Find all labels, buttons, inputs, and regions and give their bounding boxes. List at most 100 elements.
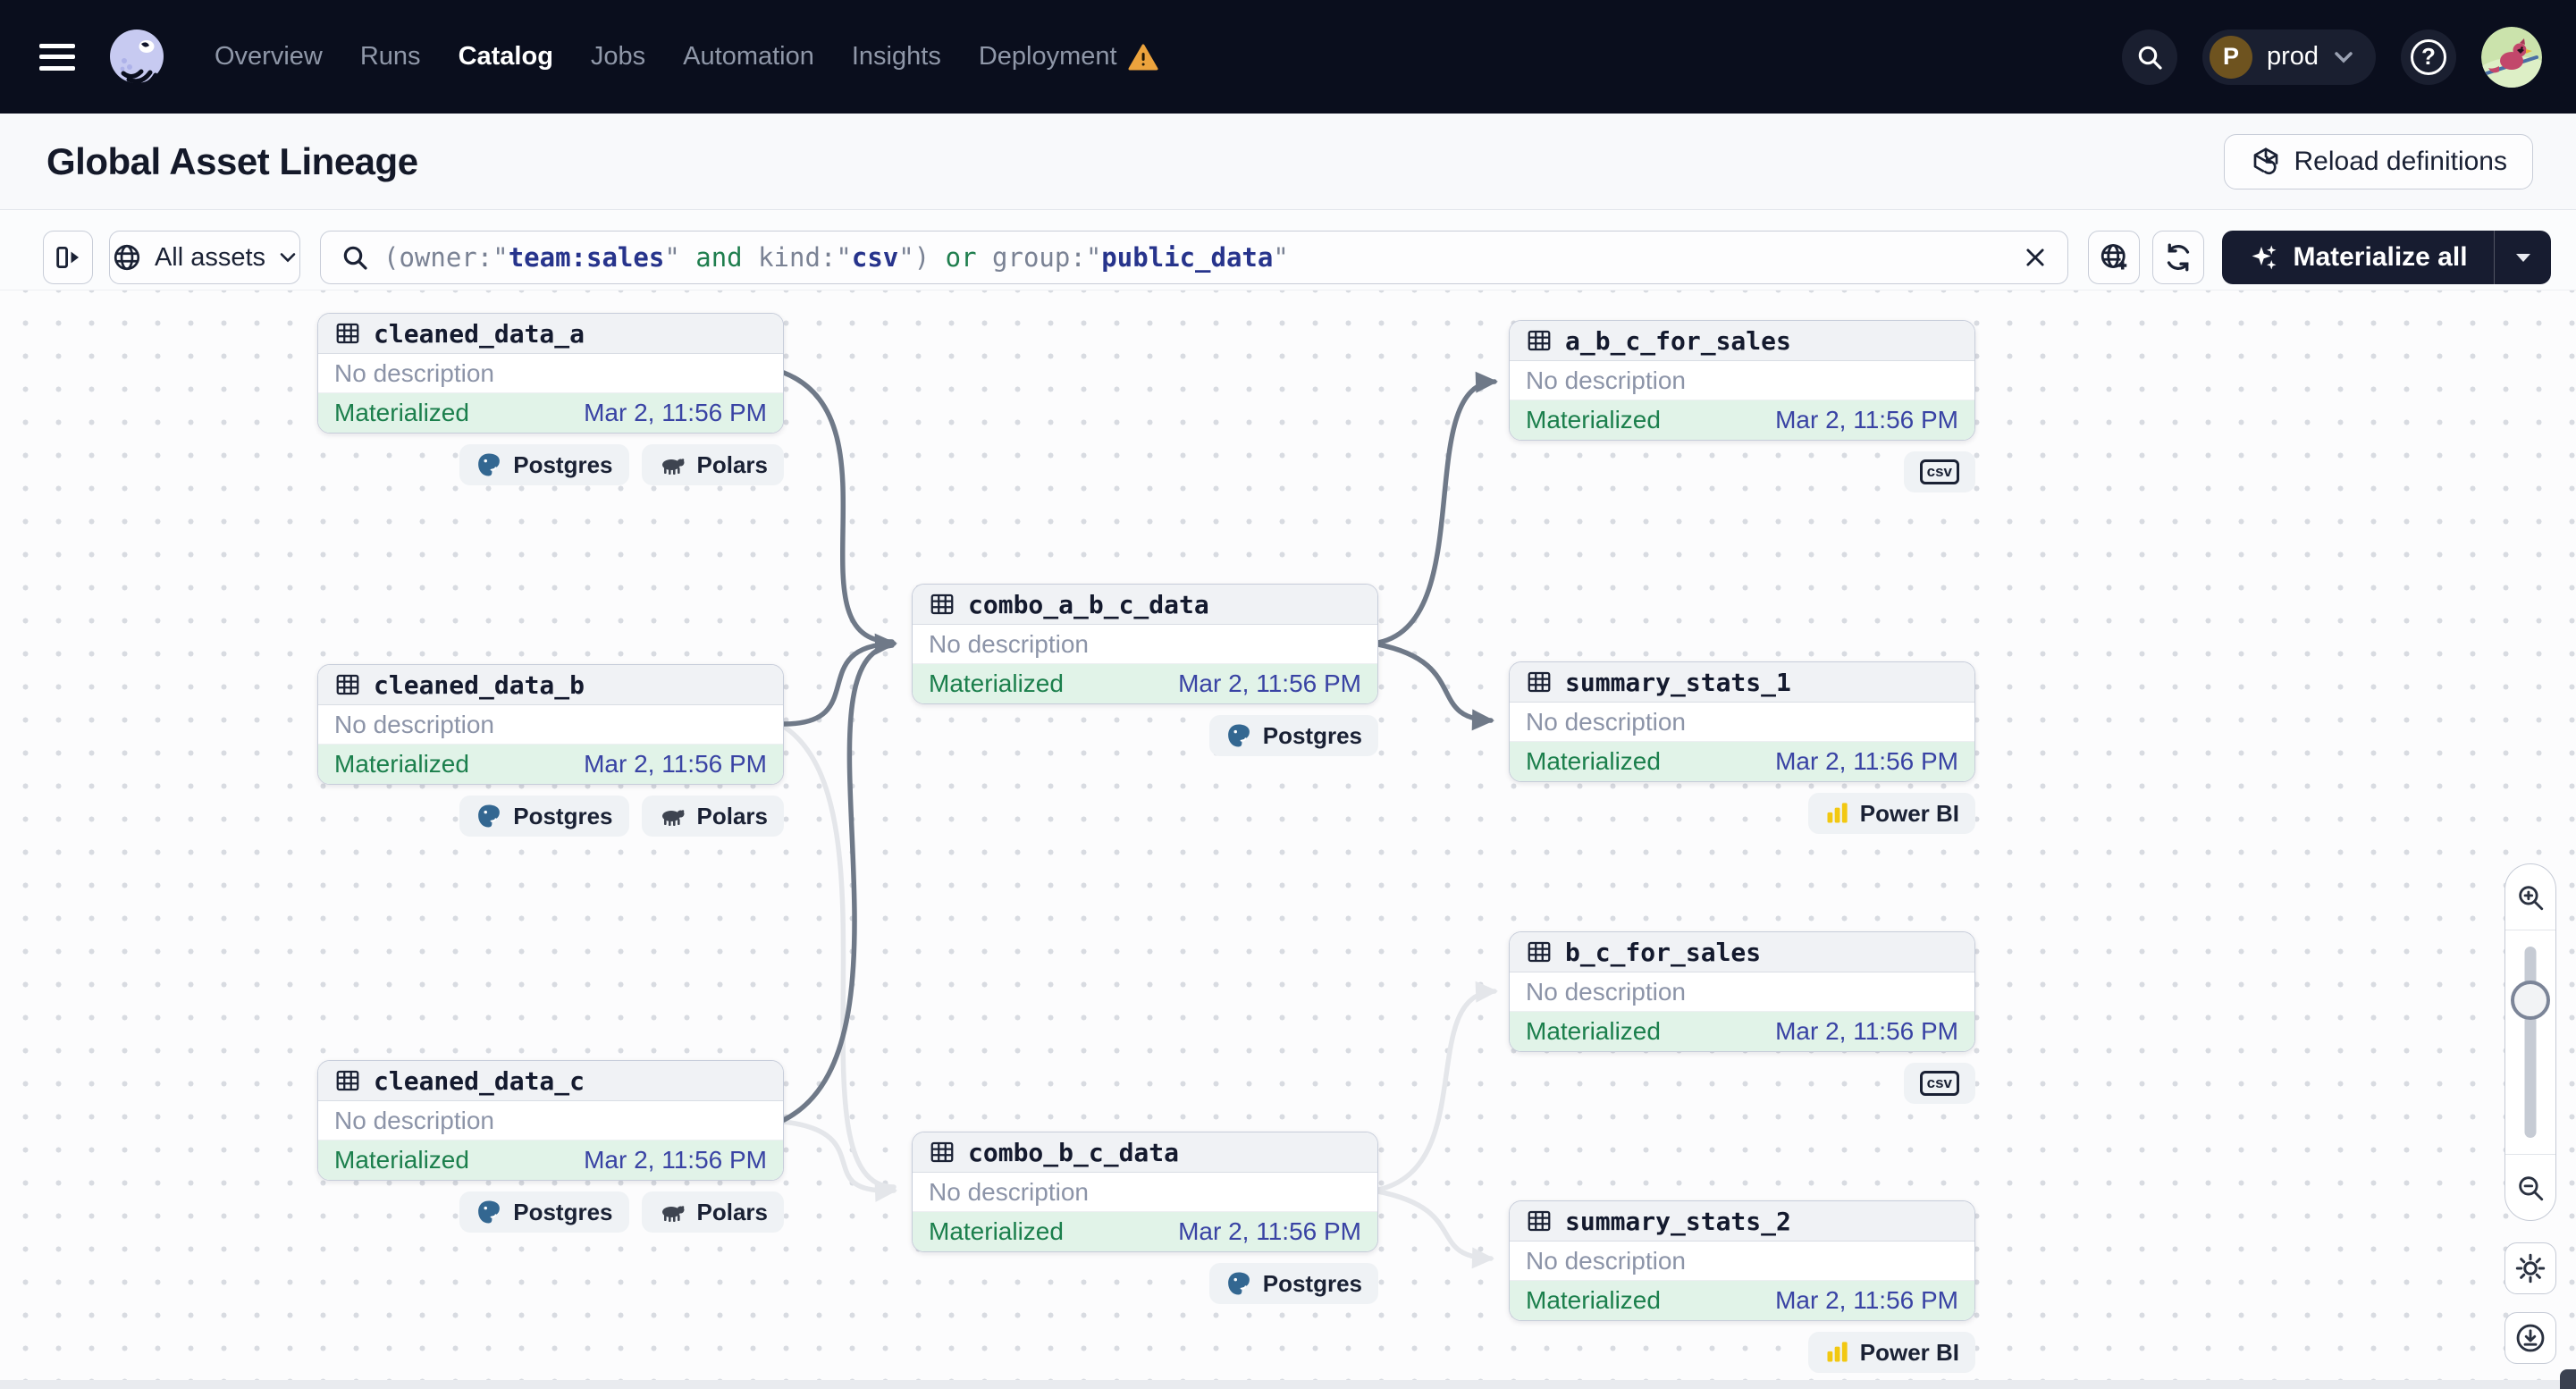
asset-node-description: No description [318,705,783,745]
nav-item-overview[interactable]: Overview [215,42,323,72]
user-avatar[interactable] [2481,26,2542,88]
globe-icon [114,244,140,271]
asset-node-status-row: Materialized Mar 2, 11:56 PM [1510,1281,1974,1320]
status-badge: Materialized [1526,1017,1661,1045]
asset-node-b_c_for_sales[interactable]: b_c_for_sales No description Materialize… [1509,931,1975,1052]
dagster-logo[interactable] [102,22,172,92]
postgres-icon [478,804,501,828]
zoom-in-button[interactable] [2505,864,2555,930]
nav-item-automation[interactable]: Automation [683,42,814,72]
materialize-all-button[interactable]: Materialize all [2222,231,2551,284]
download-image-button[interactable] [2504,1312,2556,1364]
asset-node-header: combo_a_b_c_data [913,585,1377,625]
search-button[interactable] [2121,29,2177,85]
asset-node-status-row: Materialized Mar 2, 11:56 PM [318,393,783,433]
warning-icon [1128,44,1158,70]
refresh-icon [2167,243,2190,272]
kind-tag-csv[interactable]: csv [1903,1063,1975,1104]
asset-node-summary_stats_2[interactable]: summary_stats_2 No description Materiali… [1509,1200,1975,1321]
asset-node-status-row: Materialized Mar 2, 11:56 PM [913,1212,1377,1251]
postgres-icon [1227,1272,1250,1295]
asset-node-cleaned_data_c[interactable]: cleaned_data_c No description Materializ… [317,1060,784,1181]
help-button[interactable]: ? [2401,29,2456,85]
help-icon: ? [2411,38,2446,75]
csv-icon: csv [1919,459,1959,484]
zoom-slider[interactable] [2505,930,2555,1154]
asset-node-a_b_c_for_sales[interactable]: a_b_c_for_sales No description Materiali… [1509,320,1975,441]
asset-node-header: b_c_for_sales [1510,932,1974,972]
environment-switcher[interactable]: P prod [2201,29,2376,85]
asset-node-status-row: Materialized Mar 2, 11:56 PM [318,1141,783,1180]
clear-search-button[interactable] [2023,245,2048,270]
search-icon [343,246,367,270]
asset-node-status-row: Materialized Mar 2, 11:56 PM [318,745,783,784]
reload-definitions-button[interactable]: Reload definitions [2223,133,2533,189]
asset-node-cleaned_data_b[interactable]: cleaned_data_b No description Materializ… [317,664,784,785]
table-icon [1528,941,1551,963]
nav-item-jobs[interactable]: Jobs [591,42,645,72]
table-icon [336,1070,359,1091]
asset-node-header: combo_b_c_data [913,1132,1377,1173]
asset-node-description: No description [1510,703,1974,742]
kind-tags-a_b_c_for_sales: csv [1903,451,1975,492]
gear-icon [2515,1253,2546,1284]
materialize-options-button[interactable] [2494,231,2551,284]
kind-tag-powerbi[interactable]: Power BI [1807,1332,1975,1373]
powerbi-icon [1827,803,1848,823]
kind-tag-postgres[interactable]: Postgres [459,444,629,485]
kind-tag-csv[interactable]: csv [1903,451,1975,492]
nav-item-deployment[interactable]: Deployment [979,42,1158,72]
navbar-right-cluster: P prod ? [2121,26,2542,88]
refresh-button[interactable] [2152,231,2204,284]
materialization-timestamp: Mar 2, 11:56 PM [1775,406,1958,434]
environment-avatar: P [2209,35,2252,79]
kind-tags-summary_stats_2: Power BI [1807,1332,1975,1373]
kind-tag-polars[interactable]: Polars [641,1191,784,1233]
status-badge: Materialized [1526,747,1661,775]
toggle-sidebar-button[interactable] [43,231,93,284]
top-navbar: Overview Runs Catalog Jobs Automation In… [0,0,2576,114]
zoom-in-icon [2519,885,2544,910]
lineage-scope-button[interactable] [2088,231,2140,284]
asset-node-cleaned_data_a[interactable]: cleaned_data_a No description Materializ… [317,313,784,434]
asset-node-description: No description [913,1173,1377,1212]
kind-tag-postgres[interactable]: Postgres [459,796,629,837]
nav-item-insights[interactable]: Insights [852,42,941,72]
asset-node-summary_stats_1[interactable]: summary_stats_1 No description Materiali… [1509,661,1975,782]
zoom-slider-track[interactable] [2524,947,2537,1138]
table-icon [1528,671,1551,693]
kind-tag-postgres[interactable]: Postgres [459,1191,629,1233]
reload-cube-icon [2253,147,2277,174]
asset-node-status-row: Materialized Mar 2, 11:56 PM [1510,1012,1974,1051]
asset-node-header: cleaned_data_a [318,314,783,354]
asset-search-input[interactable]: (owner:"team:sales" and kind:"csv") or g… [320,231,2068,284]
kind-tags-cleaned_data_a: Postgres Polars [459,444,784,485]
zoom-slider-thumb[interactable] [2511,981,2550,1020]
kind-tag-postgres[interactable]: Postgres [1208,715,1378,756]
global-asset-lineage-page: Overview Runs Catalog Jobs Automation In… [0,0,2576,1389]
nav-item-catalog[interactable]: Catalog [459,42,553,72]
table-icon [1528,1210,1551,1232]
avatar-bird-image [2481,26,2542,88]
chevron-down-icon [2335,51,2353,63]
asset-node-header: cleaned_data_c [318,1061,783,1101]
nav-item-runs[interactable]: Runs [360,42,421,72]
asset-node-combo_b_c_data[interactable]: combo_b_c_data No description Materializ… [912,1132,1378,1252]
kind-tag-powerbi[interactable]: Power BI [1807,793,1975,834]
asset-scope-dropdown[interactable]: All assets [109,231,300,284]
horizontal-scrollbar-track[interactable] [0,1380,2576,1389]
environment-name: prod [2266,42,2319,71]
sparkles-icon [2252,245,2277,270]
asset-node-description: No description [318,1101,783,1141]
graph-settings-button[interactable] [2504,1242,2556,1294]
zoom-out-button[interactable] [2505,1154,2555,1220]
csv-icon: csv [1919,1071,1959,1096]
materialization-timestamp: Mar 2, 11:56 PM [1775,1017,1958,1045]
asset-node-combo_a_b_c_data[interactable]: combo_a_b_c_data No description Material… [912,584,1378,704]
kind-tag-polars[interactable]: Polars [641,796,784,837]
kind-tag-postgres[interactable]: Postgres [1208,1263,1378,1304]
asset-node-status-row: Materialized Mar 2, 11:56 PM [1510,742,1974,781]
materialize-all-main[interactable]: Materialize all [2222,241,2494,274]
kind-tag-polars[interactable]: Polars [641,444,784,485]
menu-icon[interactable] [39,43,75,71]
